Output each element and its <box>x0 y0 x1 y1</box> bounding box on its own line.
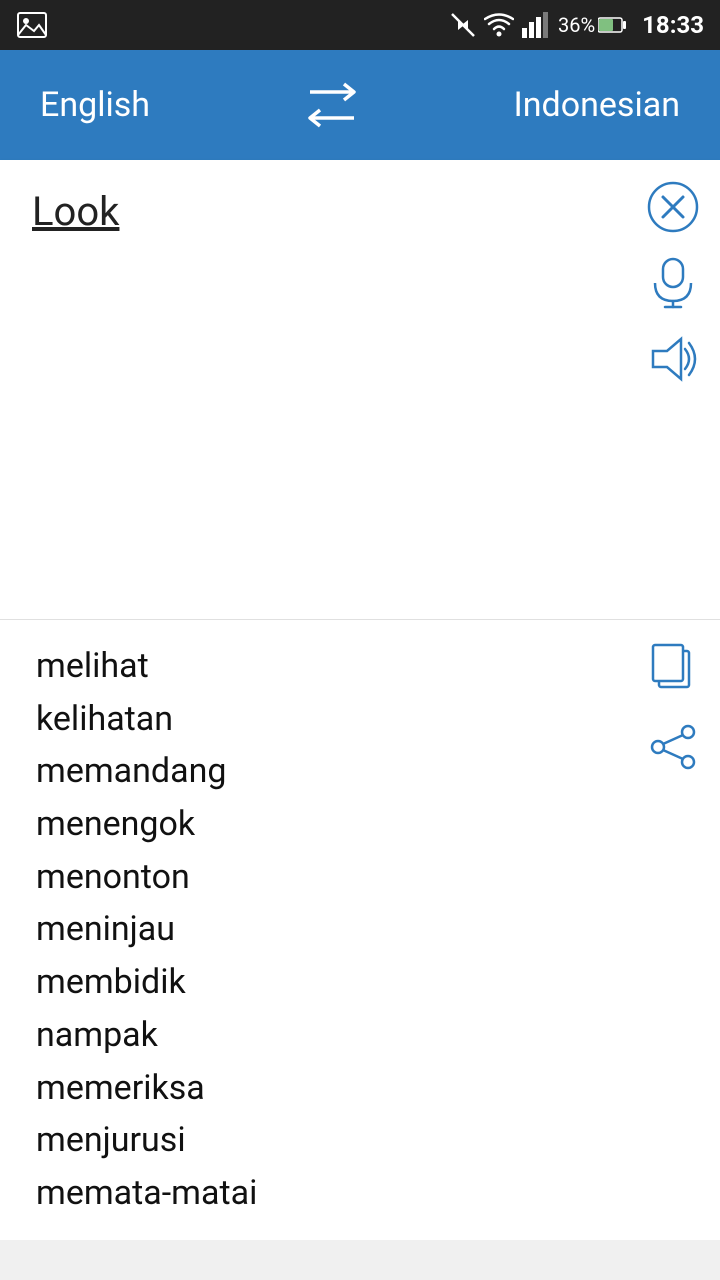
target-language-button[interactable]: Indonesian <box>514 85 680 125</box>
input-area: Look <box>0 160 720 620</box>
input-actions <box>646 180 700 386</box>
translations-area: melihatkelihatanmemandangmenengokmenonto… <box>0 620 720 1240</box>
translation-item: melihat <box>36 640 640 693</box>
share-button[interactable] <box>646 720 700 774</box>
clear-button[interactable] <box>646 180 700 234</box>
copy-button[interactable] <box>646 640 700 694</box>
clear-icon <box>647 181 699 233</box>
status-bar-left <box>16 9 48 41</box>
translation-item: kelihatan <box>36 693 640 746</box>
signal-icon <box>522 12 550 38</box>
translation-item: memata-matai <box>36 1167 640 1220</box>
share-icon <box>648 722 698 772</box>
battery-indicator: 36% <box>558 13 626 37</box>
translation-item: menjurusi <box>36 1114 640 1167</box>
translation-item: menengok <box>36 798 640 851</box>
speaker-button[interactable] <box>646 332 700 386</box>
battery-icon <box>598 16 626 34</box>
swap-languages-button[interactable] <box>302 80 362 130</box>
microphone-icon <box>651 257 695 309</box>
copy-icon <box>649 641 697 693</box>
status-bar-right: 36% 18:33 <box>450 11 704 39</box>
translation-item: membidik <box>36 956 640 1009</box>
translation-item: nampak <box>36 1009 640 1062</box>
translations-list: melihatkelihatanmemandangmenengokmenonto… <box>36 640 640 1220</box>
translation-item: memandang <box>36 745 640 798</box>
status-bar: 36% 18:33 <box>0 0 720 50</box>
wifi-icon <box>484 12 514 38</box>
translation-actions <box>646 640 700 774</box>
speaker-icon <box>647 335 699 383</box>
translation-item: menonton <box>36 851 640 904</box>
translation-item: memeriksa <box>36 1062 640 1115</box>
swap-icon <box>302 80 362 130</box>
microphone-button[interactable] <box>646 256 700 310</box>
mute-icon <box>450 12 476 38</box>
source-language-button[interactable]: English <box>40 85 150 125</box>
image-icon <box>16 9 48 41</box>
input-word[interactable]: Look <box>32 188 119 235</box>
translation-item: meninjau <box>36 903 640 956</box>
toolbar: English Indonesian <box>0 50 720 160</box>
status-time: 18:33 <box>642 11 704 39</box>
